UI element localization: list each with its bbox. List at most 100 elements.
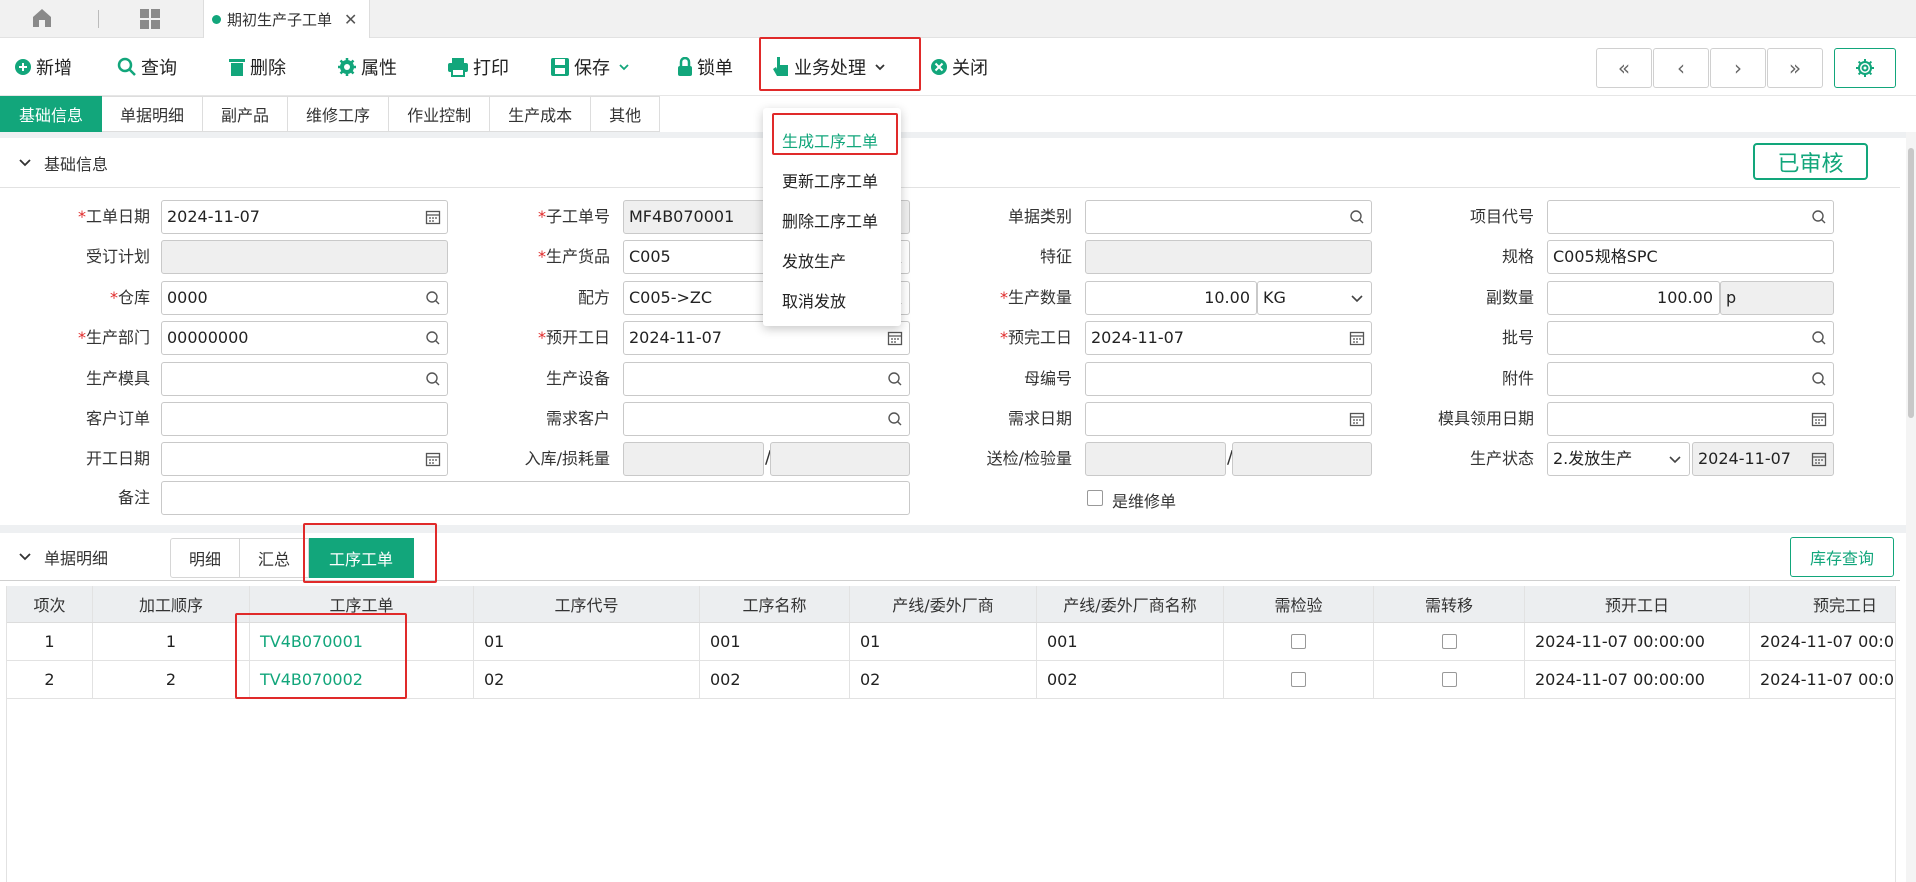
search-icon[interactable] [1811, 209, 1827, 225]
save-label: 保存 [574, 58, 610, 79]
calendar-icon[interactable] [425, 451, 441, 467]
start-date-field[interactable] [161, 442, 448, 476]
menu-item-release-production[interactable]: 发放生产 [782, 248, 846, 272]
mold-date-field[interactable] [1547, 402, 1834, 436]
search-icon [117, 57, 136, 76]
apps-grid-icon[interactable] [138, 7, 162, 31]
prod-status-label: 生产状态 [1469, 449, 1534, 468]
delete-button[interactable]: 删除 [228, 54, 286, 80]
settings-button[interactable] [1834, 48, 1896, 88]
tab-repair-process[interactable]: 维修工序 [288, 96, 390, 132]
mold-date-label: 模具领用日期 [1437, 409, 1534, 428]
calendar-icon[interactable] [1811, 411, 1827, 427]
collapse-chevron-icon[interactable] [18, 156, 32, 170]
mold-field[interactable] [161, 362, 448, 396]
col-line-vendor-name[interactable]: 产线/委外厂商名称 [1037, 586, 1224, 622]
chevron-down-icon[interactable] [1667, 451, 1683, 467]
search-icon[interactable] [1811, 330, 1827, 346]
properties-button[interactable]: 属性 [337, 54, 397, 80]
next-record-button[interactable]: › [1710, 48, 1766, 88]
plan-end-field[interactable]: 2024-11-07 [1085, 321, 1372, 355]
demand-customer-field[interactable] [623, 402, 910, 436]
tab-by-product[interactable]: 副产品 [203, 96, 289, 132]
menu-item-cancel-release[interactable]: 取消发放 [782, 288, 846, 312]
need-transfer-checkbox[interactable] [1441, 672, 1457, 687]
print-button[interactable]: 打印 [447, 54, 509, 80]
plus-circle-icon [15, 59, 31, 75]
batch-field[interactable] [1547, 321, 1834, 355]
need-transfer-checkbox[interactable] [1441, 634, 1457, 649]
chevron-down-icon[interactable] [618, 61, 630, 73]
attachment-field[interactable] [1547, 362, 1834, 396]
last-record-button[interactable]: » [1767, 48, 1823, 88]
menu-item-delete-process-order[interactable]: 删除工序工单 [782, 208, 878, 232]
customer-order-field[interactable] [161, 402, 448, 436]
calendar-icon[interactable] [887, 330, 903, 346]
tab-job-control[interactable]: 作业控制 [389, 96, 491, 132]
col-line-vendor[interactable]: 产线/委外厂商 [850, 586, 1037, 622]
search-icon[interactable] [1349, 209, 1365, 225]
close-button[interactable]: 关闭 [930, 54, 988, 80]
search-icon[interactable] [425, 330, 441, 346]
qty-field[interactable]: 10.00 [1085, 281, 1257, 315]
chevron-down-icon[interactable] [1349, 290, 1365, 306]
calendar-icon[interactable] [1349, 330, 1365, 346]
col-item[interactable]: 项次 [7, 586, 93, 622]
doc-type-field[interactable] [1085, 200, 1372, 234]
equipment-field[interactable] [623, 362, 910, 396]
plan-start-field[interactable]: 2024-11-07 [623, 321, 910, 355]
col-plan-start[interactable]: 预开工日 [1525, 586, 1750, 622]
demand-date-field[interactable] [1085, 402, 1372, 436]
need-inspect-checkbox[interactable] [1291, 672, 1306, 687]
search-icon[interactable] [425, 371, 441, 387]
new-button[interactable]: 新增 [14, 54, 72, 80]
search-icon[interactable] [425, 290, 441, 306]
repair-checkbox[interactable] [1087, 490, 1103, 506]
col-need-transfer[interactable]: 需转移 [1374, 586, 1525, 622]
unit-select[interactable]: KG [1257, 281, 1372, 315]
vertical-scrollbar[interactable] [1906, 132, 1916, 882]
search-icon[interactable] [887, 371, 903, 387]
equipment-label: 生产设备 [545, 369, 610, 388]
scrollbar-thumb[interactable] [1908, 148, 1914, 418]
search-icon[interactable] [887, 411, 903, 427]
calendar-icon[interactable] [1349, 411, 1365, 427]
query-button[interactable]: 查询 [117, 54, 177, 80]
first-record-button[interactable]: « [1596, 48, 1652, 88]
home-icon[interactable] [30, 6, 54, 30]
project-field[interactable] [1547, 200, 1834, 234]
tab-production-cost[interactable]: 生产成本 [490, 96, 592, 132]
stock-query-button[interactable]: 库存查询 [1790, 537, 1894, 577]
warehouse-field[interactable]: 0000 [161, 281, 448, 315]
tab-other[interactable]: 其他 [591, 96, 661, 132]
parent-no-field[interactable] [1085, 362, 1372, 396]
spec-field[interactable]: C005规格SPC [1547, 240, 1834, 274]
basic-info-header[interactable]: 基础信息 [0, 138, 1900, 188]
tab-summary[interactable]: 汇总 [240, 538, 310, 578]
col-plan-end[interactable]: 预完工日 [1750, 586, 1895, 622]
col-need-inspect[interactable]: 需检验 [1224, 586, 1374, 622]
active-dot-icon [212, 14, 221, 24]
product-label: *生产货品 [537, 247, 610, 266]
menu-item-update-process-order[interactable]: 更新工序工单 [782, 168, 878, 192]
remark-field[interactable] [161, 481, 910, 515]
tab-active-document[interactable]: 期初生产子工单 ✕ [203, 0, 370, 38]
prev-record-button[interactable]: ‹ [1653, 48, 1709, 88]
work-date-field[interactable]: 2024-11-07 [161, 200, 448, 234]
col-sequence[interactable]: 加工顺序 [93, 586, 250, 622]
dept-field[interactable]: 00000000 [161, 321, 448, 355]
collapse-chevron-icon[interactable] [18, 550, 32, 564]
tab-basic-info[interactable]: 基础信息 [0, 96, 103, 132]
calendar-icon[interactable] [425, 209, 441, 225]
tab-detail[interactable]: 明细 [170, 538, 241, 578]
need-inspect-checkbox[interactable] [1291, 634, 1306, 649]
prod-status-select[interactable]: 2.发放生产 [1547, 442, 1690, 476]
col-process-code[interactable]: 工序代号 [474, 586, 700, 622]
sub-qty-field[interactable]: 100.00 [1547, 281, 1720, 315]
close-tab-icon[interactable]: ✕ [344, 10, 357, 29]
lock-button[interactable]: 锁单 [677, 54, 733, 80]
tab-doc-detail[interactable]: 单据明细 [102, 96, 204, 132]
col-process-name[interactable]: 工序名称 [700, 586, 850, 622]
save-button[interactable]: 保存 [550, 54, 634, 80]
search-icon[interactable] [1811, 371, 1827, 387]
